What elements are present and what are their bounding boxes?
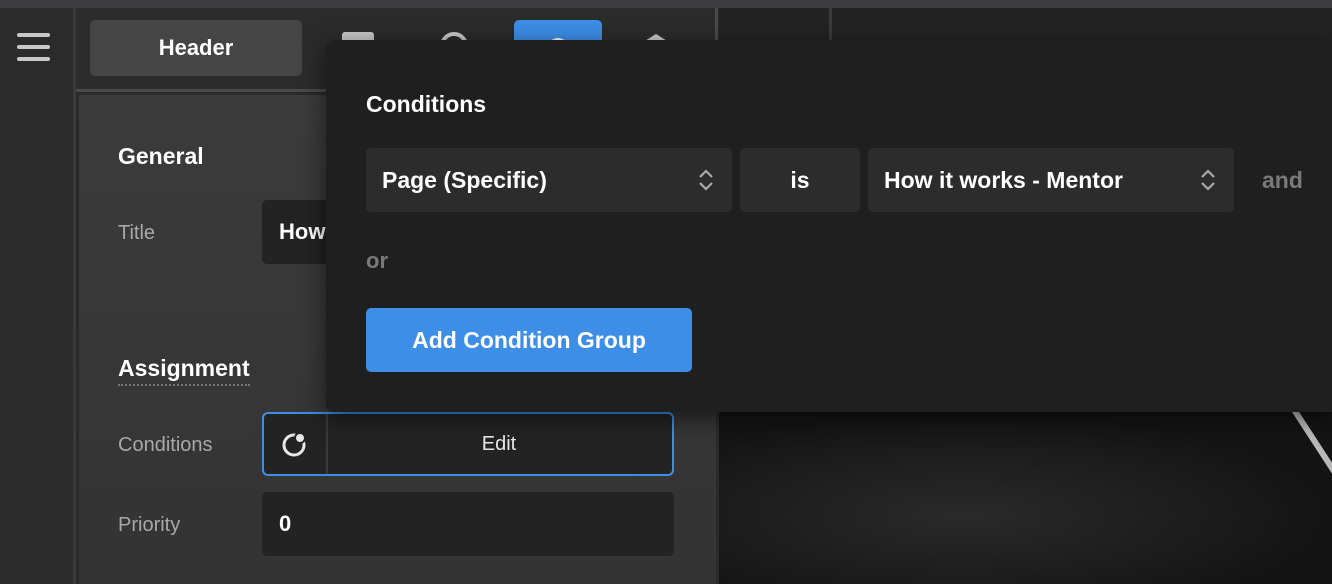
edit-conditions-button[interactable]: Edit: [262, 412, 674, 476]
chevron-up-down-icon: [1201, 169, 1215, 191]
condition-operator-value: is: [790, 166, 810, 193]
menu-icon[interactable]: [17, 32, 51, 66]
priority-label: Priority: [118, 514, 181, 536]
or-connector-label: or: [366, 248, 388, 273]
conditions-popover-title: Conditions: [366, 91, 487, 117]
condition-operator-select[interactable]: is: [740, 148, 860, 212]
condition-value-value: How it works - Mentor: [884, 166, 1123, 193]
conditions-popover: Conditions Page (Specific) is How it wor…: [326, 40, 1332, 412]
edit-label: Edit: [481, 433, 517, 455]
left-rail: [0, 8, 76, 584]
priority-input[interactable]: 0: [262, 492, 674, 556]
conditions-label: Conditions: [118, 434, 213, 456]
preview-image: [719, 412, 1332, 584]
window-top-bar: [0, 0, 1332, 8]
add-condition-group-button[interactable]: Add Condition Group: [366, 308, 692, 372]
conditions-icon: [282, 432, 306, 457]
condition-field-value: Page (Specific): [382, 166, 547, 193]
general-section-title: General: [118, 143, 204, 169]
title-label: Title: [118, 222, 156, 244]
and-connector-button[interactable]: and: [1262, 167, 1303, 194]
condition-field-select[interactable]: Page (Specific): [366, 148, 732, 212]
header-template-button[interactable]: Header: [90, 20, 302, 76]
condition-value-select[interactable]: How it works - Mentor: [868, 148, 1234, 212]
chevron-up-down-icon: [699, 169, 713, 191]
assignment-section-title: Assignment: [118, 355, 250, 386]
